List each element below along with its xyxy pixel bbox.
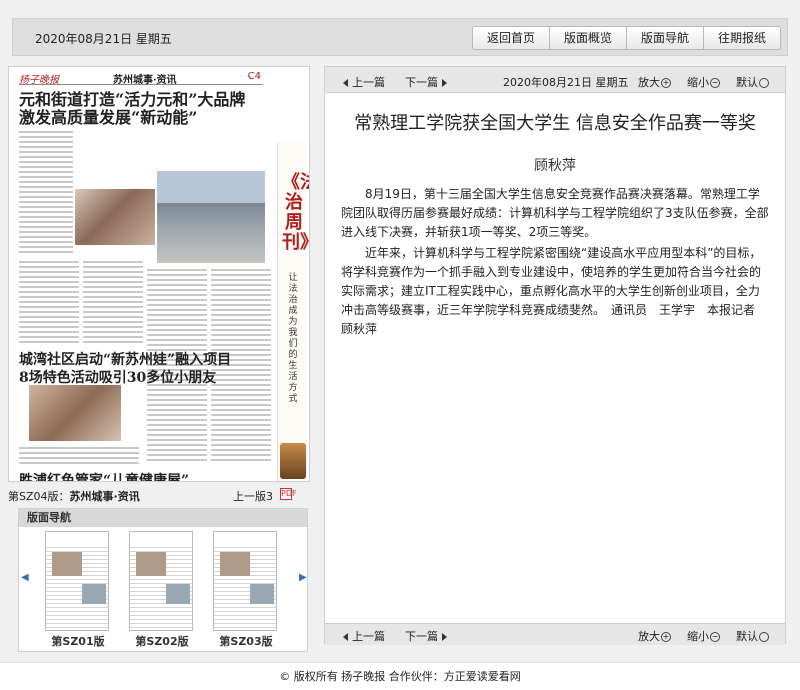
headline-article-1[interactable]: 元和街道打造“活力元和”大品牌 激发高质量发展“新动能”	[19, 91, 245, 127]
zoom-out-label: 缩小	[687, 630, 709, 643]
article-text-block[interactable]	[19, 259, 79, 343]
article-body: 8月19日，第十三届全国大学生信息安全竞赛作品赛决赛落幕。常熟理工学院团队取得历…	[341, 185, 769, 341]
circle-icon	[759, 78, 769, 88]
side-banner-slogan: 让法治成为我们的生活方式	[288, 273, 298, 404]
thumbnail-caption[interactable]: 第SZ01版	[45, 633, 111, 649]
default-size-button[interactable]: 默认	[728, 628, 769, 644]
headline-line: 胜浦红色管家“儿童健康屋”	[19, 473, 190, 482]
newspaper-page-header: 扬子晚报 苏州城事·资讯 C4	[19, 71, 263, 86]
previous-version-link[interactable]: 上一版3	[233, 488, 273, 504]
page-thumbnail[interactable]: 第SZ01版	[45, 531, 111, 649]
plus-icon: +	[661, 632, 671, 642]
previous-article-link[interactable]: 上一篇	[343, 628, 385, 644]
triangle-left-icon	[343, 633, 348, 641]
zoom-in-label: 放大	[638, 76, 660, 89]
chevron-right-icon[interactable]: ▶	[299, 573, 307, 583]
triangle-right-icon	[441, 79, 447, 87]
article-text-block[interactable]	[19, 129, 73, 255]
article-panel: 上一篇 下一篇 2020年08月21日 星期五 放大 + 缩小 − 默认 常熟理工学…	[324, 66, 786, 645]
article-text-block[interactable]	[19, 445, 139, 467]
next-article-link[interactable]: 下一篇	[405, 628, 451, 644]
newspaper-page-image[interactable]: 扬子晚报 苏州城事·资讯 C4 元和街道打造“活力元和”大品牌 激发高质量发展“…	[8, 66, 310, 482]
previous-article-label: 上一篇	[352, 630, 385, 643]
headline-article-2[interactable]: 城湾社区启动“新苏州娃”融入项目 8场特色活动吸引30多位小朋友	[19, 351, 231, 387]
home-button[interactable]: 返回首页	[471, 26, 550, 50]
article-photo[interactable]	[29, 385, 121, 441]
zoom-out-label: 缩小	[687, 76, 709, 89]
zoom-in-button[interactable]: 放大 +	[630, 74, 671, 90]
default-size-label: 默认	[736, 630, 758, 643]
version-label: 第SZ04版：	[8, 490, 70, 503]
default-size-label: 默认	[736, 76, 758, 89]
triangle-right-icon	[441, 633, 447, 641]
zoom-controls: 放大 + 缩小 − 默认	[622, 628, 769, 644]
top-bar: 2020年08月21日 星期五 返回首页 版面概览 版面导航 往期报纸	[12, 18, 788, 56]
pdf-icon[interactable]: PDF	[280, 488, 297, 500]
headline-line: 城湾社区启动“新苏州娃”融入项目	[19, 352, 232, 368]
thumbnail-navigation: 版面导航 ◀ 第SZ01版 第SZ02版 第SZ03版 ▶	[18, 508, 308, 652]
headline-line: 激发高质量发展“新动能”	[19, 108, 198, 127]
thumbnail-image	[213, 531, 277, 631]
top-nav: 返回首页 版面概览 版面导航 往期报纸	[471, 26, 781, 50]
article-paragraph: 近年来，计算机科学与工程学院紧密围绕“建设高水平应用型本科”的目标，将学科竞赛作…	[341, 246, 768, 336]
page-thumbnail[interactable]: 第SZ02版	[129, 531, 195, 649]
previous-article-link[interactable]: 上一篇	[343, 74, 385, 90]
article-title: 常熟理工学院获全国大学生 信息安全作品赛一等奖	[354, 113, 756, 134]
zoom-out-button[interactable]: 缩小 −	[679, 628, 720, 644]
zoom-in-button[interactable]: 放大 +	[630, 628, 671, 644]
next-article-label: 下一篇	[405, 76, 438, 89]
default-size-button[interactable]: 默认	[728, 74, 769, 90]
version-name: 第SZ04版：苏州城事·资讯	[8, 488, 140, 504]
article-toolbar-top: 上一篇 下一篇 2020年08月21日 星期五 放大 + 缩小 − 默认	[325, 67, 785, 93]
article-paragraph: 8月19日，第十三届全国大学生信息安全竞赛作品赛决赛落幕。常熟理工学院团队取得历…	[341, 187, 769, 239]
thumbnail-image	[45, 531, 109, 631]
zoom-out-button[interactable]: 缩小 −	[679, 74, 720, 90]
chevron-left-icon[interactable]: ◀	[21, 573, 29, 583]
plus-icon: +	[661, 78, 671, 88]
newspaper-page-number: C4	[247, 71, 261, 82]
previous-article-label: 上一篇	[352, 76, 385, 89]
version-title[interactable]: 苏州城事·资讯	[70, 490, 140, 503]
article-photo[interactable]	[157, 171, 265, 263]
article-date: 2020年08月21日 星期五	[503, 76, 629, 89]
side-banner-title: 《法治周刊》	[282, 172, 309, 253]
article-photo[interactable]	[75, 189, 155, 245]
zoom-controls: 放大 + 缩小 − 默认	[622, 74, 769, 90]
top-date: 2020年08月21日 星期五	[35, 32, 172, 46]
circle-icon	[759, 632, 769, 642]
thumbnail-navigation-title: 版面导航	[19, 509, 307, 527]
page-overview-button[interactable]: 版面概览	[548, 26, 627, 50]
headline-article-3[interactable]: 胜浦红色管家“儿童健康屋”	[19, 472, 190, 482]
headline-line: 元和街道打造“活力元和”大品牌	[19, 90, 246, 109]
next-article-label: 下一篇	[405, 630, 438, 643]
thumbnail-caption[interactable]: 第SZ02版	[129, 633, 195, 649]
next-article-link[interactable]: 下一篇	[405, 74, 451, 90]
thumbnail-image	[129, 531, 193, 631]
page-thumbnail[interactable]: 第SZ03版	[213, 531, 279, 649]
side-banner: 《法治周刊》 让法治成为我们的生活方式	[277, 143, 309, 481]
article-author: 顾秋萍	[534, 158, 576, 174]
article-toolbar-bottom: 上一篇 下一篇 放大 + 缩小 − 默认	[325, 623, 785, 645]
past-issues-button[interactable]: 往期报纸	[702, 26, 781, 50]
triangle-left-icon	[343, 79, 348, 87]
decoration-image	[280, 443, 306, 479]
newspaper-section-name: 苏州城事·资讯	[113, 75, 177, 86]
page-navigation-button[interactable]: 版面导航	[625, 26, 704, 50]
thumbnail-caption[interactable]: 第SZ03版	[213, 633, 279, 649]
minus-icon: −	[710, 632, 720, 642]
article-text-block[interactable]	[83, 259, 143, 343]
newspaper-logo: 扬子晚报	[19, 75, 59, 86]
version-row: 第SZ04版：苏州城事·资讯 上一版3 PDF	[8, 488, 310, 504]
zoom-in-label: 放大	[638, 630, 660, 643]
footer: © 版权所有 扬子晚报 合作伙伴：方正爱读爱看网	[0, 662, 800, 690]
minus-icon: −	[710, 78, 720, 88]
